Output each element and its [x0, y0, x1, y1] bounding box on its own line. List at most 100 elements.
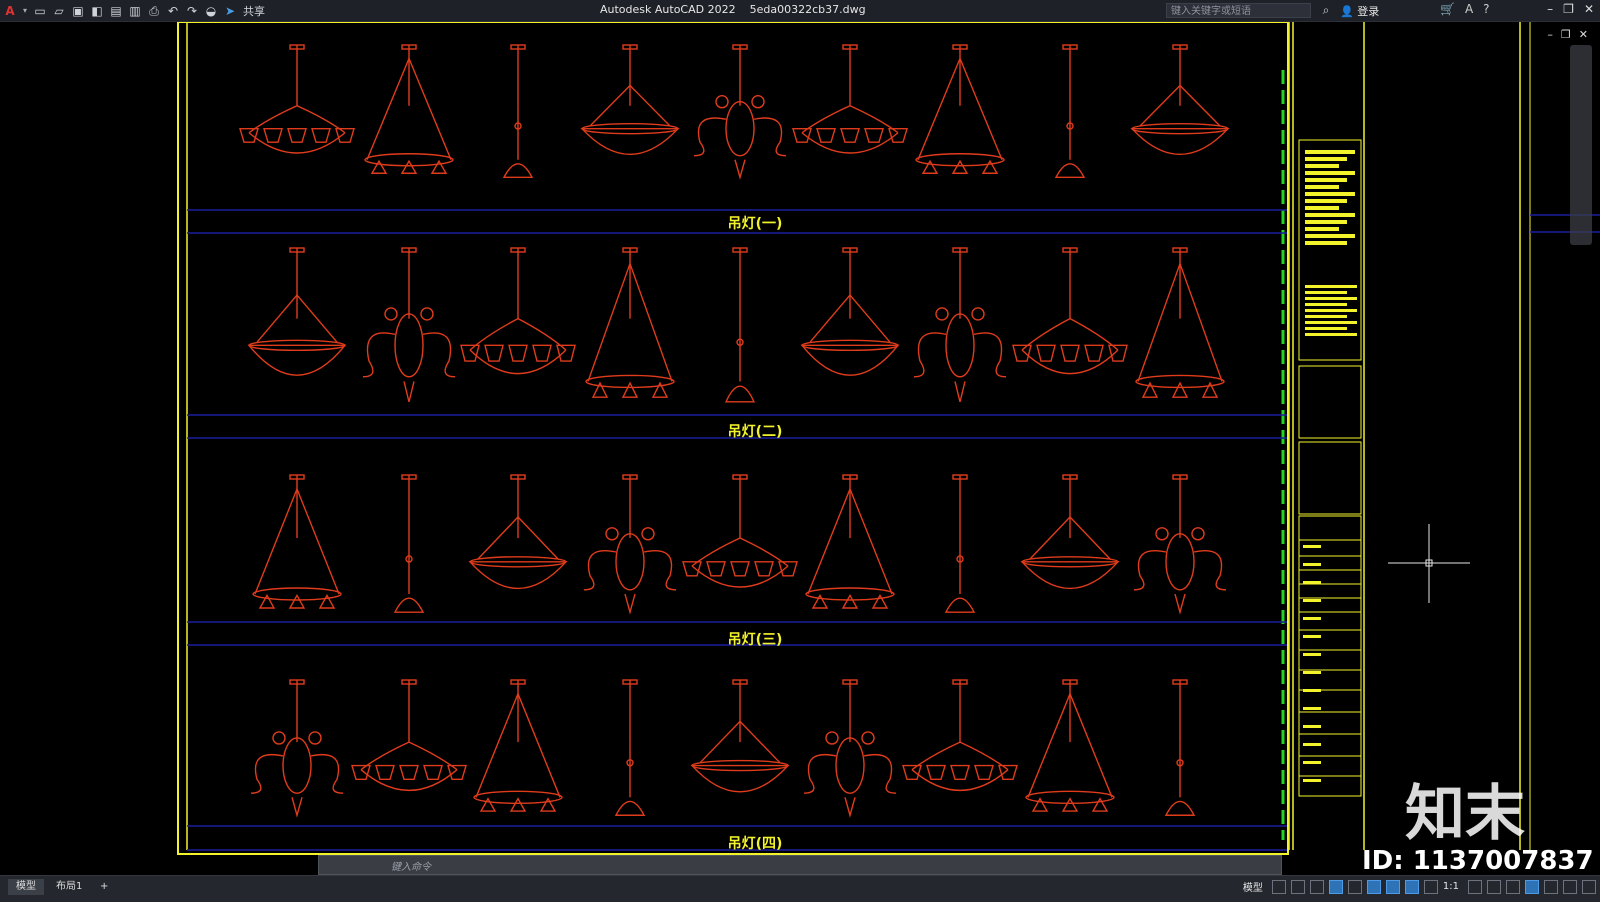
command-input[interactable]: 键入命令	[391, 858, 431, 873]
annotation-scale[interactable]: 1:1	[1443, 881, 1459, 892]
workspace-icon[interactable]: ◒	[203, 3, 219, 19]
status-toggles: 模型 1:1	[1243, 879, 1596, 894]
model-space-button[interactable]: 模型	[1243, 879, 1263, 894]
title-block-note-line	[1305, 234, 1355, 238]
title-block-field-label	[1303, 581, 1321, 584]
pendant-lamp-symbol	[502, 44, 534, 178]
title-block-field-label	[1303, 671, 1321, 674]
redo-icon[interactable]: ↷	[184, 3, 200, 19]
title-block-note-line	[1305, 315, 1347, 318]
title-block-note-line	[1305, 178, 1347, 182]
help-icon[interactable]: ?	[1483, 2, 1489, 16]
pendant-lamp-symbol	[239, 44, 355, 154]
pendant-lamp-symbol	[913, 247, 1007, 403]
workspace-gear-icon[interactable]	[1468, 879, 1482, 894]
annotation-visibility-icon[interactable]	[1404, 879, 1419, 894]
window-title: Autodesk AutoCAD 2022 5eda00322cb37.dwg	[600, 3, 866, 16]
title-block-field-label	[1303, 689, 1321, 692]
pendant-lamp-symbol	[583, 474, 677, 615]
quick-access-toolbar: A ▾ ▭ ▱ ▣ ◧ ▤ ▥ ⎙ ↶ ↷ ◒ ➤ 共享	[2, 2, 265, 19]
units-icon[interactable]	[1506, 879, 1520, 894]
save-icon[interactable]: ▣	[70, 3, 86, 19]
new-icon[interactable]: ▭	[32, 3, 48, 19]
pendant-lamp-symbol	[690, 679, 790, 793]
add-layout-tab[interactable]: +	[92, 879, 116, 895]
search-input[interactable]: 键入关键字或短语	[1166, 3, 1311, 18]
print-icon[interactable]: ⎙	[146, 3, 162, 19]
restore-icon[interactable]: ❐	[1563, 2, 1574, 16]
customization-menu-icon[interactable]	[1582, 879, 1596, 894]
row-label-4: 吊灯(四)	[728, 835, 783, 852]
snap-icon[interactable]	[1290, 879, 1305, 894]
title-block-note-line	[1305, 285, 1357, 288]
tab-layout1[interactable]: 布局1	[48, 879, 90, 895]
title-block-field-label	[1303, 725, 1321, 728]
title-block-note-line	[1305, 241, 1347, 245]
autodesk-a-icon[interactable]: A	[1465, 2, 1473, 16]
save-as-icon[interactable]: ◧	[89, 3, 105, 19]
pendant-lamp-symbol	[614, 679, 646, 816]
title-block-note-line	[1305, 291, 1347, 294]
viewport-restore-icon[interactable]: ❐	[1561, 28, 1571, 41]
isolate-objects-icon[interactable]	[1525, 879, 1539, 894]
navigation-bar[interactable]	[1570, 45, 1592, 245]
open-icon[interactable]: ▱	[51, 3, 67, 19]
pendant-lamp-symbol	[792, 44, 908, 154]
pendant-lamp-symbol	[1012, 247, 1128, 375]
otrack-icon[interactable]	[1385, 879, 1400, 894]
crosshair-cursor	[1388, 524, 1470, 603]
viewport-close-icon[interactable]: ✕	[1579, 28, 1588, 41]
login-button[interactable]: 👤 登录	[1340, 3, 1379, 19]
title-block-note-line	[1305, 333, 1357, 336]
title-block-note-line	[1305, 321, 1357, 324]
cart-icon[interactable]: 🛒	[1440, 2, 1455, 16]
pendant-lamp-symbol	[250, 679, 344, 818]
pendant-lamp-symbol	[473, 679, 563, 812]
ortho-icon[interactable]	[1309, 879, 1324, 894]
undo-icon[interactable]: ↶	[165, 3, 181, 19]
title-block-note-line	[1305, 220, 1347, 224]
autocad-logo-icon[interactable]: A	[2, 3, 18, 19]
pendant-lamp-symbol	[580, 44, 680, 156]
title-block-note-line	[1305, 303, 1347, 306]
plot-icon[interactable]: ▥	[127, 3, 143, 19]
viewport-minimize-icon[interactable]: –	[1547, 28, 1553, 41]
login-label: 登录	[1357, 5, 1380, 18]
pendant-lamp-symbol	[1135, 247, 1225, 398]
pendant-lamp-symbol	[364, 44, 454, 174]
close-icon[interactable]: ✕	[1584, 2, 1594, 16]
hardware-acceleration-icon[interactable]	[1544, 879, 1558, 894]
pendant-lamp-symbol	[693, 44, 787, 180]
title-block-note-line	[1305, 213, 1355, 217]
row-bands	[187, 209, 1600, 851]
minimize-icon[interactable]: –	[1547, 2, 1553, 16]
polar-icon[interactable]	[1328, 879, 1343, 894]
osnap-icon[interactable]	[1366, 879, 1381, 894]
isodraft-icon[interactable]	[1347, 879, 1362, 894]
clean-screen-icon[interactable]	[1563, 879, 1577, 894]
autoscale-icon[interactable]	[1423, 879, 1438, 894]
app-name: Autodesk AutoCAD 2022	[600, 3, 736, 16]
publish-icon[interactable]: ▤	[108, 3, 124, 19]
grid-icon[interactable]	[1271, 879, 1286, 894]
pendant-lamp-symbol	[803, 679, 897, 818]
title-block-field-label	[1303, 563, 1321, 566]
title-block-note-line	[1305, 164, 1339, 168]
title-block-note-line	[1305, 150, 1355, 154]
title-block-field-label	[1303, 779, 1321, 782]
pendant-lamp-symbol	[944, 474, 976, 613]
title-block-field-label	[1303, 617, 1321, 620]
title-block-field-label	[1303, 635, 1321, 638]
pendant-lamp-symbol	[805, 474, 895, 609]
search-icon[interactable]: ⌕	[1318, 2, 1334, 18]
cad-drawing: 吊灯(一) 吊灯(二) 吊灯(三) 吊灯(四)	[177, 21, 1600, 855]
title-block-field-label	[1303, 707, 1321, 710]
annotation-monitor-icon[interactable]	[1487, 879, 1501, 894]
share-button[interactable]: 共享	[243, 3, 265, 19]
share-icon[interactable]: ➤	[222, 3, 238, 19]
tab-model[interactable]: 模型	[8, 879, 44, 895]
app-menu-chevron-icon[interactable]: ▾	[21, 3, 29, 19]
title-block-field-label	[1303, 653, 1321, 656]
drawing-viewport[interactable]: 吊灯(一) 吊灯(二) 吊灯(三) 吊灯(四)	[0, 21, 1600, 874]
command-line[interactable]: 键入命令	[318, 855, 1282, 875]
